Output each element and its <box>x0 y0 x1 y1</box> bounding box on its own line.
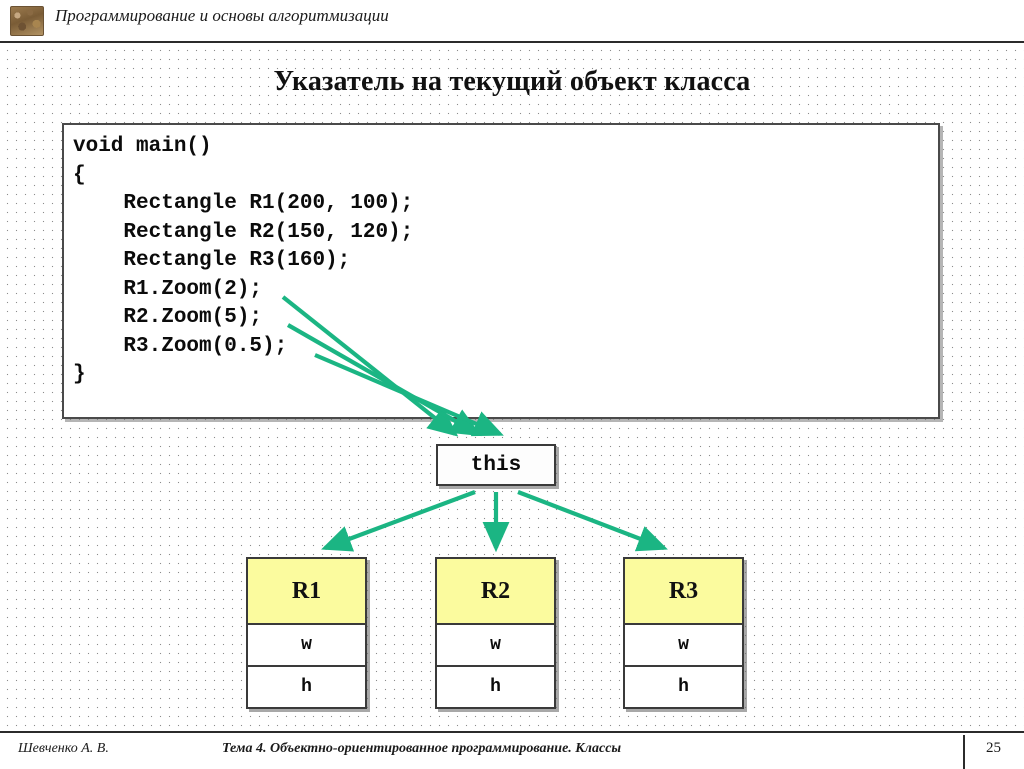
course-title: Программирование и основы алгоритмизации <box>55 6 389 25</box>
page-title: Указатель на текущий объект класса <box>273 66 751 97</box>
object-field-r2-h: h <box>437 667 554 707</box>
slide-header: Программирование и основы алгоритмизации <box>0 0 1024 43</box>
page-number: 25 <box>986 740 1001 756</box>
slide-canvas: Программирование и основы алгоритмизации… <box>0 0 1024 769</box>
object-box-r1: R1 w h <box>246 557 367 709</box>
object-name-r1: R1 <box>248 559 365 625</box>
this-pointer-label: this <box>470 453 522 477</box>
object-field-r1-h: h <box>248 667 365 707</box>
code-text: void main() { Rectangle R1(200, 100); Re… <box>73 135 414 386</box>
object-field-r1-w: w <box>248 625 365 667</box>
this-pointer-node: this <box>436 444 556 486</box>
object-name-r3: R3 <box>625 559 742 625</box>
object-box-r3: R3 w h <box>623 557 744 709</box>
footer-author: Шевченко А. В. <box>18 741 109 756</box>
slide-footer: Шевченко А. В. Тема 4. Объектно-ориентир… <box>0 731 1024 769</box>
object-field-r3-h: h <box>625 667 742 707</box>
code-block: void main() { Rectangle R1(200, 100); Re… <box>62 123 940 419</box>
object-name-r2: R2 <box>437 559 554 625</box>
book-stack-icon <box>10 6 44 36</box>
object-field-r3-w: w <box>625 625 742 667</box>
object-field-r2-w: w <box>437 625 554 667</box>
object-box-r2: R2 w h <box>435 557 556 709</box>
footer-topic: Тема 4. Объектно-ориентированное програм… <box>222 741 622 756</box>
